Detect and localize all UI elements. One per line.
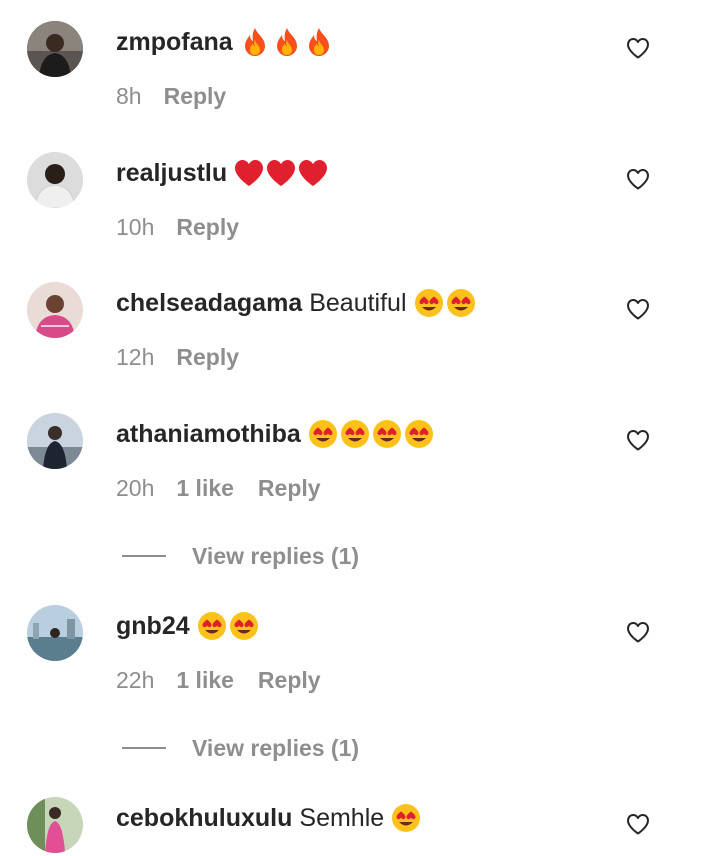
heart-eyes-emoji-icon <box>413 287 445 319</box>
reply-button[interactable]: Reply <box>258 667 321 694</box>
avatar[interactable] <box>27 605 83 661</box>
comment-time: 12h <box>116 343 155 370</box>
view-replies-label: View replies (1) <box>192 542 360 569</box>
comment-item: athaniamothiba 20h 1 like Reply View rep… <box>0 413 720 573</box>
comment-username[interactable]: athaniamothiba <box>116 420 301 449</box>
view-replies-divider <box>122 555 166 557</box>
comment-item: chelseadagama Beautiful 12h Reply <box>0 282 720 392</box>
comment-emojis <box>239 26 335 58</box>
reply-button[interactable]: Reply <box>164 83 227 110</box>
view-replies-label: View replies (1) <box>192 734 360 761</box>
avatar[interactable] <box>27 21 83 77</box>
heart-eyes-emoji-icon <box>307 418 339 450</box>
heart-eyes-emoji-icon <box>371 418 403 450</box>
comment-username[interactable]: realjustlu <box>116 159 227 188</box>
comment-emojis <box>390 802 422 834</box>
heart-eyes-emoji-icon <box>390 802 422 834</box>
comment-username[interactable]: chelseadagama <box>116 289 302 318</box>
view-replies-divider <box>122 747 166 749</box>
reply-button[interactable]: Reply <box>176 344 239 371</box>
avatar[interactable] <box>27 152 83 208</box>
comment-username[interactable]: gnb24 <box>116 612 190 641</box>
comment-time: 22h <box>116 666 155 693</box>
heart-eyes-emoji-icon <box>403 418 435 450</box>
comment-username[interactable]: zmpofana <box>116 28 233 57</box>
avatar[interactable] <box>27 797 83 853</box>
avatar[interactable] <box>27 282 83 338</box>
heart-eyes-emoji-icon <box>445 287 477 319</box>
comment-item: zmpofana 8h Reply <box>0 21 720 131</box>
comment-text: Beautiful <box>309 288 407 317</box>
comment-time: 8h <box>116 82 142 109</box>
like-count[interactable]: 1 like <box>176 667 234 694</box>
comment-emojis <box>307 418 435 450</box>
red-heart-emoji-icon <box>297 157 329 189</box>
comment-emojis <box>233 157 329 189</box>
heart-outline-icon[interactable] <box>626 298 650 320</box>
comment-text: Semhle <box>299 803 385 832</box>
heart-outline-icon[interactable] <box>626 37 650 59</box>
view-replies-button[interactable]: View replies (1) <box>122 541 359 571</box>
comment-emojis <box>413 287 477 319</box>
comment-item: cebokhuluxulu Semhle <box>0 797 720 856</box>
like-count[interactable]: 1 like <box>176 475 234 502</box>
heart-outline-icon[interactable] <box>626 429 650 451</box>
red-heart-emoji-icon <box>233 157 265 189</box>
avatar[interactable] <box>27 413 83 469</box>
comment-item: realjustlu 10h Reply <box>0 152 720 262</box>
heart-eyes-emoji-icon <box>228 610 260 642</box>
comment-emojis <box>196 610 260 642</box>
comment-time: 20h <box>116 474 155 501</box>
comment-item: gnb24 22h 1 like Reply View replies (1) <box>0 605 720 765</box>
heart-outline-icon[interactable] <box>626 813 650 835</box>
comments-list: zmpofana 8h Reply realjustlu 10h Reply c… <box>0 0 720 856</box>
red-heart-emoji-icon <box>265 157 297 189</box>
fire-emoji-icon <box>271 26 303 58</box>
heart-eyes-emoji-icon <box>196 610 228 642</box>
comment-username[interactable]: cebokhuluxulu <box>116 804 292 833</box>
reply-button[interactable]: Reply <box>258 475 321 502</box>
heart-outline-icon[interactable] <box>626 168 650 190</box>
fire-emoji-icon <box>239 26 271 58</box>
comment-time: 10h <box>116 213 155 240</box>
fire-emoji-icon <box>303 26 335 58</box>
view-replies-button[interactable]: View replies (1) <box>122 733 359 763</box>
heart-eyes-emoji-icon <box>339 418 371 450</box>
reply-button[interactable]: Reply <box>176 214 239 241</box>
heart-outline-icon[interactable] <box>626 621 650 643</box>
